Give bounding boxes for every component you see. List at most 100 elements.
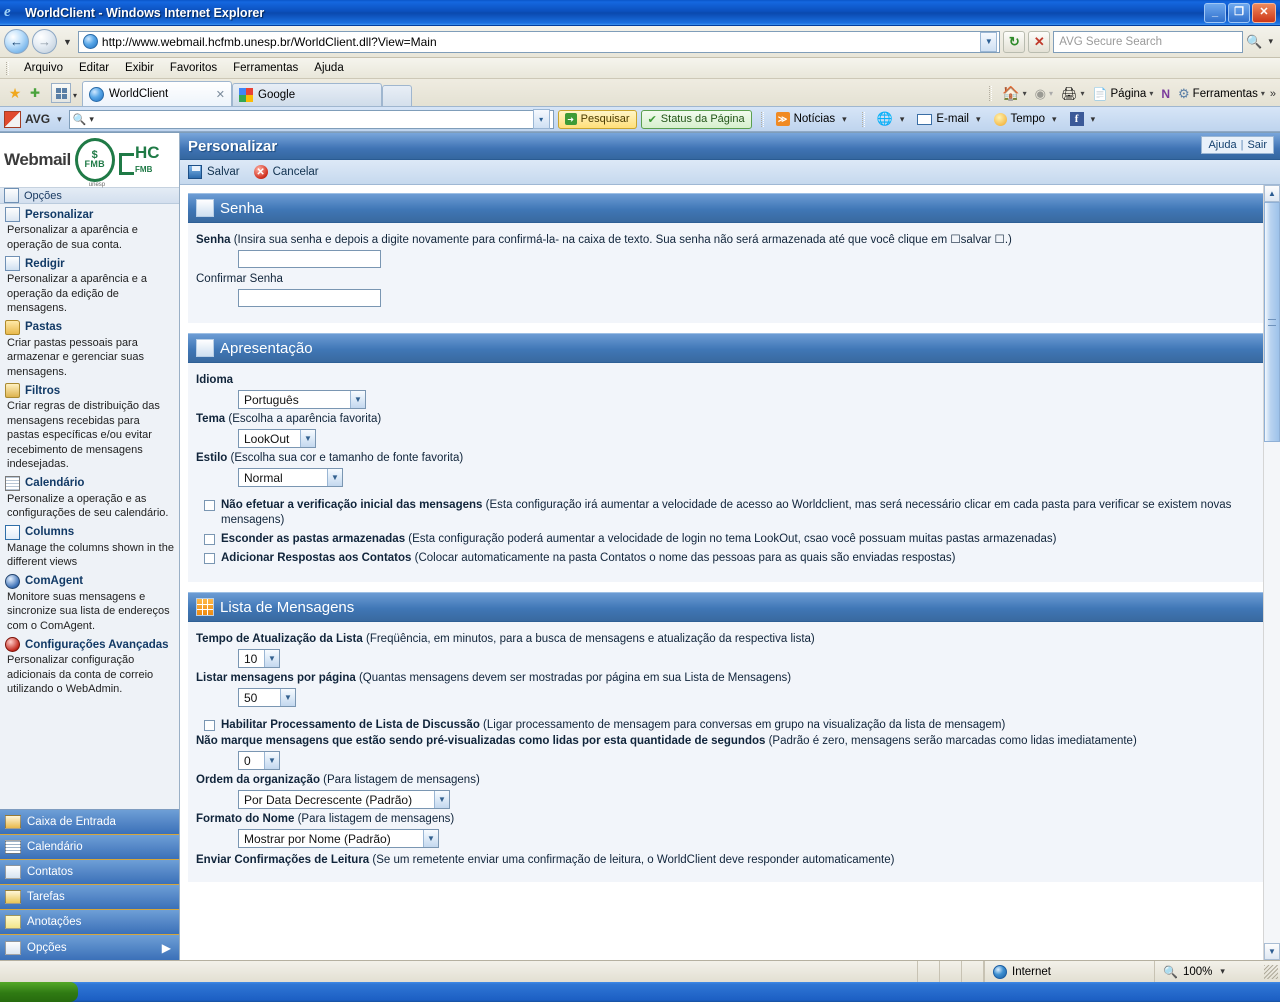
name-format-select[interactable]: Mostrar por Nome (Padrão) ▼ bbox=[238, 829, 439, 848]
nav-item-tarefas[interactable]: Tarefas bbox=[0, 885, 179, 910]
chevron-down-icon[interactable]: ▾ bbox=[1023, 89, 1027, 98]
avg-search-input[interactable]: 🔍 ▾ ▾ bbox=[68, 109, 554, 129]
avg-search-history-caret-icon[interactable]: ▾ bbox=[532, 109, 550, 129]
scroll-track[interactable] bbox=[1264, 202, 1280, 943]
avg-browser-button[interactable]: 🌐 ▾ bbox=[874, 111, 911, 127]
checkbox[interactable] bbox=[204, 500, 215, 511]
nav-item-contatos[interactable]: Contatos bbox=[0, 860, 179, 885]
menu-item-favoritos[interactable]: Favoritos bbox=[162, 60, 225, 76]
url-dropdown-caret-icon[interactable]: ▼ bbox=[980, 31, 998, 52]
nav-item-anotacoes[interactable]: Anotações bbox=[0, 910, 179, 935]
sidebar-item-filtros[interactable]: Filtros Criar regras de distribuição das… bbox=[0, 382, 179, 475]
avg-email-button[interactable]: E-mail ▾ bbox=[914, 113, 986, 125]
close-button[interactable]: ✕ bbox=[1252, 2, 1276, 23]
chevron-down-icon[interactable]: ▾ bbox=[839, 114, 850, 125]
chevron-down-icon[interactable]: ▾ bbox=[1049, 89, 1053, 98]
tab-worldclient[interactable]: WorldClient ✕ bbox=[82, 81, 233, 106]
menu-item-ferramentas[interactable]: Ferramentas bbox=[225, 60, 306, 76]
save-button[interactable]: Salvar bbox=[188, 165, 240, 179]
avg-facebook-button[interactable]: f ▾ bbox=[1067, 112, 1102, 126]
stop-button[interactable]: ✕ bbox=[1028, 30, 1051, 53]
history-caret-icon[interactable]: ▼ bbox=[60, 37, 75, 47]
chevron-down-icon[interactable]: ▾ bbox=[897, 114, 908, 125]
checkbox[interactable] bbox=[204, 720, 215, 731]
checkbox-row-mailing-list-processing[interactable]: Habilitar Processamento de Lista de Disc… bbox=[204, 718, 1262, 733]
scroll-up-button[interactable]: ▲ bbox=[1264, 185, 1280, 202]
start-button[interactable] bbox=[0, 982, 78, 1002]
messages-per-page-select[interactable]: 50 ▼ bbox=[238, 688, 296, 707]
chevron-down-icon[interactable]: ▾ bbox=[1088, 114, 1099, 125]
sidebar-item-personalizar[interactable]: Personalizar Personalizar a aparência e … bbox=[0, 206, 179, 255]
cancel-button[interactable]: ✕ Cancelar bbox=[253, 165, 319, 179]
nav-item-calendario[interactable]: Calendário bbox=[0, 835, 179, 860]
style-select[interactable]: Normal ▼ bbox=[238, 468, 343, 487]
tab-list-caret-icon[interactable]: ▾ bbox=[73, 91, 77, 100]
avg-news-button[interactable]: ≫ Notícias ▾ bbox=[773, 112, 853, 126]
menu-item-arquivo[interactable]: Arquivo bbox=[16, 60, 71, 76]
confirm-password-input[interactable] bbox=[238, 289, 381, 307]
avg-secure-search-input[interactable]: AVG Secure Search bbox=[1053, 30, 1244, 53]
maximize-button[interactable]: ❐ bbox=[1228, 2, 1250, 23]
chevron-down-icon[interactable]: ▾ bbox=[1081, 89, 1085, 98]
chevron-down-icon[interactable]: ▾ bbox=[1049, 114, 1060, 125]
sidebar-item-comagent[interactable]: ComAgent Monitore suas mensagens e sincr… bbox=[0, 573, 179, 637]
language-select[interactable]: Português ▼ bbox=[238, 390, 366, 409]
preview-seconds-select[interactable]: 0 ▼ bbox=[238, 751, 280, 770]
minimize-button[interactable]: _ bbox=[1204, 2, 1226, 23]
checkbox-row-skip-initial-check[interactable]: Não efetuar a verificação inicial das me… bbox=[204, 498, 1262, 528]
search-icon[interactable]: 🔍 bbox=[1246, 34, 1262, 50]
menu-item-editar[interactable]: Editar bbox=[71, 60, 117, 76]
chevron-down-icon[interactable]: ▾ bbox=[1261, 89, 1265, 98]
home-button[interactable]: 🏠 ▾ bbox=[999, 84, 1029, 103]
sidebar-item-pastas[interactable]: Pastas Criar pastas pessoais para armaze… bbox=[0, 319, 179, 383]
sidebar-item-redigir[interactable]: Redigir Personalizar a aparência e a ope… bbox=[0, 255, 179, 319]
forward-button[interactable]: → bbox=[32, 29, 57, 54]
resize-grip[interactable] bbox=[1264, 964, 1278, 979]
back-button[interactable]: ← bbox=[4, 29, 29, 54]
onenote-button[interactable]: N bbox=[1158, 86, 1173, 102]
scroll-thumb[interactable] bbox=[1264, 202, 1280, 442]
feeds-button[interactable]: ◉ ▾ bbox=[1032, 85, 1056, 103]
chevron-down-icon[interactable]: ▾ bbox=[1217, 966, 1228, 977]
security-zone[interactable]: Internet bbox=[984, 961, 1154, 982]
page-vertical-scrollbar[interactable]: ▲ ▼ bbox=[1263, 185, 1280, 960]
avg-search-button[interactable]: ➜ Pesquisar bbox=[557, 109, 637, 129]
command-overflow-icon[interactable]: » bbox=[1270, 88, 1276, 100]
refresh-button[interactable]: ↻ bbox=[1003, 30, 1026, 53]
theme-select[interactable]: LookOut ▼ bbox=[238, 429, 316, 448]
sort-order-select[interactable]: Por Data Decrescente (Padrão) ▼ bbox=[238, 790, 450, 809]
checkbox[interactable] bbox=[204, 534, 215, 545]
menu-item-exibir[interactable]: Exibir bbox=[117, 60, 162, 76]
sidebar-item-configuracoes-avancadas[interactable]: Configurações Avançadas Personalizar con… bbox=[0, 636, 179, 700]
avg-menu-caret-icon[interactable]: ▾ bbox=[54, 114, 65, 125]
add-favorite-icon[interactable]: ✚ bbox=[25, 82, 45, 104]
page-status-button[interactable]: ✔ Status da Página bbox=[640, 109, 752, 129]
sidebar-item-calendario[interactable]: Calendário Personalize a operação e as c… bbox=[0, 475, 179, 524]
password-input[interactable] bbox=[238, 250, 381, 268]
zoom-control[interactable]: 🔍 100% ▾ bbox=[1154, 961, 1264, 982]
checkbox-row-hide-archived-folders[interactable]: Esconder as pastas armazenadas (Esta con… bbox=[204, 532, 1262, 547]
chevron-down-icon[interactable]: ▾ bbox=[973, 114, 984, 125]
checkbox-row-add-replies-to-contacts[interactable]: Adicionar Respostas aos Contatos (Coloca… bbox=[204, 551, 1262, 566]
checkbox[interactable] bbox=[204, 553, 215, 564]
print-button[interactable]: 🖨 ▾ bbox=[1058, 85, 1088, 103]
url-bar[interactable]: http://www.webmail.hcfmb.unesp.br/WorldC… bbox=[77, 30, 1001, 53]
search-caret-icon[interactable]: ▾ bbox=[1265, 36, 1276, 47]
scroll-down-button[interactable]: ▼ bbox=[1264, 943, 1280, 960]
logout-link[interactable]: Sair bbox=[1247, 139, 1267, 151]
sidebar-item-columns[interactable]: Columns Manage the columns shown in the … bbox=[0, 524, 179, 573]
tools-menu-button[interactable]: ⚙ Ferramentas ▾ bbox=[1175, 85, 1268, 103]
page-menu-button[interactable]: 📄 Página ▾ bbox=[1090, 86, 1157, 102]
chevron-down-icon[interactable]: ▾ bbox=[1149, 89, 1153, 98]
nav-item-opcoes[interactable]: Opções ▶ bbox=[0, 935, 179, 960]
tab-google[interactable]: Google bbox=[232, 83, 383, 106]
tab-close-icon[interactable]: ✕ bbox=[204, 88, 225, 101]
avg-weather-button[interactable]: Tempo ▾ bbox=[991, 112, 1063, 126]
refresh-interval-select[interactable]: 10 ▼ bbox=[238, 649, 280, 668]
help-link[interactable]: Ajuda bbox=[1208, 139, 1236, 151]
avg-search-scope-caret-icon[interactable]: ▾ bbox=[86, 114, 97, 125]
new-tab-button[interactable] bbox=[382, 85, 413, 106]
favorites-star-icon[interactable]: ★ bbox=[5, 82, 25, 104]
quick-tabs-button[interactable] bbox=[51, 83, 71, 103]
nav-item-caixa-de-entrada[interactable]: Caixa de Entrada bbox=[0, 810, 179, 835]
